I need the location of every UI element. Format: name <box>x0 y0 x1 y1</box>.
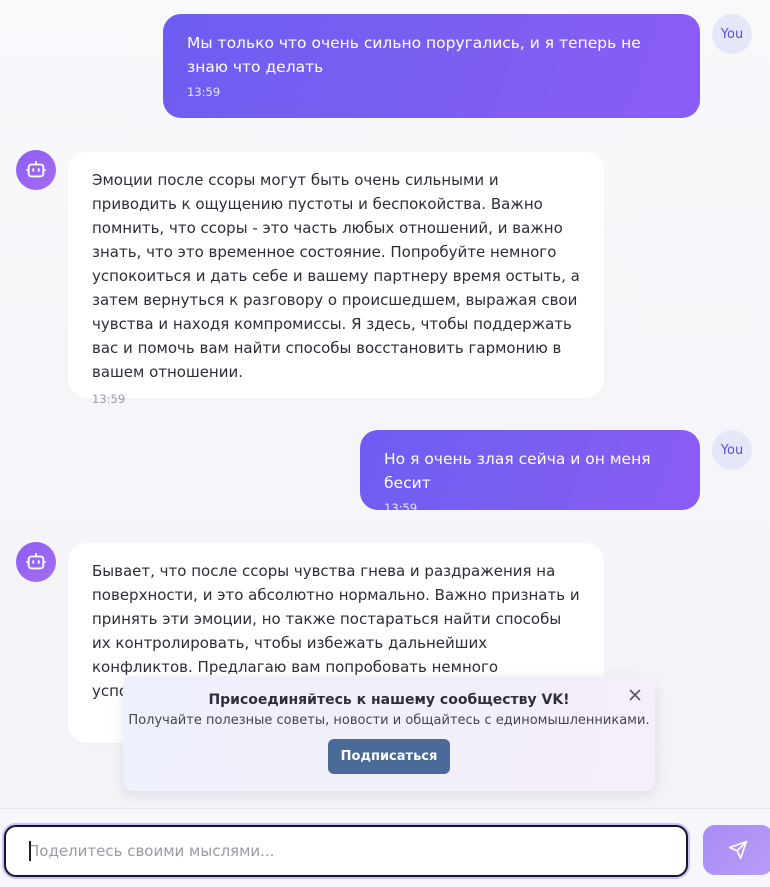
send-button[interactable] <box>703 825 770 875</box>
subscribe-button[interactable]: Подписаться <box>328 739 450 774</box>
banner-subtitle: Получайте полезные советы, новости и общ… <box>128 713 650 728</box>
chat-area: Мы только что очень сильно поругались, и… <box>0 0 770 808</box>
user-message: Но я очень злая сейча и он меня бесит 13… <box>360 430 700 515</box>
vk-community-banner: Присоединяйтесь к нашему сообществу VK! … <box>123 676 655 791</box>
avatar-label: You <box>720 442 744 458</box>
robot-icon <box>25 552 47 570</box>
message-input-wrapper <box>4 825 688 877</box>
bot-avatar <box>16 150 56 190</box>
text-caret <box>29 841 31 861</box>
avatar-label: You <box>720 26 744 42</box>
message-input[interactable] <box>6 827 686 875</box>
user-message: Мы только что очень сильно поругались, и… <box>163 14 700 118</box>
message-composer <box>0 808 770 887</box>
bot-message: Эмоции после ссоры могут быть очень силь… <box>68 152 604 406</box>
message-text: Но я очень злая сейча и он меня бесит <box>384 450 651 492</box>
message-text: Мы только что очень сильно поругались, и… <box>187 34 641 76</box>
message-time: 13:59 <box>92 392 126 406</box>
message-text: Эмоции после ссоры могут быть очень силь… <box>92 171 580 381</box>
bot-avatar <box>16 542 56 582</box>
user-avatar: You <box>712 14 752 54</box>
message-time: 13:59 <box>384 501 418 515</box>
send-icon <box>728 840 748 860</box>
close-icon <box>629 689 641 701</box>
banner-title: Присоединяйтесь к нашему сообществу VK! <box>208 692 570 708</box>
robot-icon <box>25 160 47 178</box>
user-avatar: You <box>712 430 752 470</box>
message-time: 13:59 <box>187 85 221 99</box>
banner-close-button[interactable] <box>626 686 644 704</box>
